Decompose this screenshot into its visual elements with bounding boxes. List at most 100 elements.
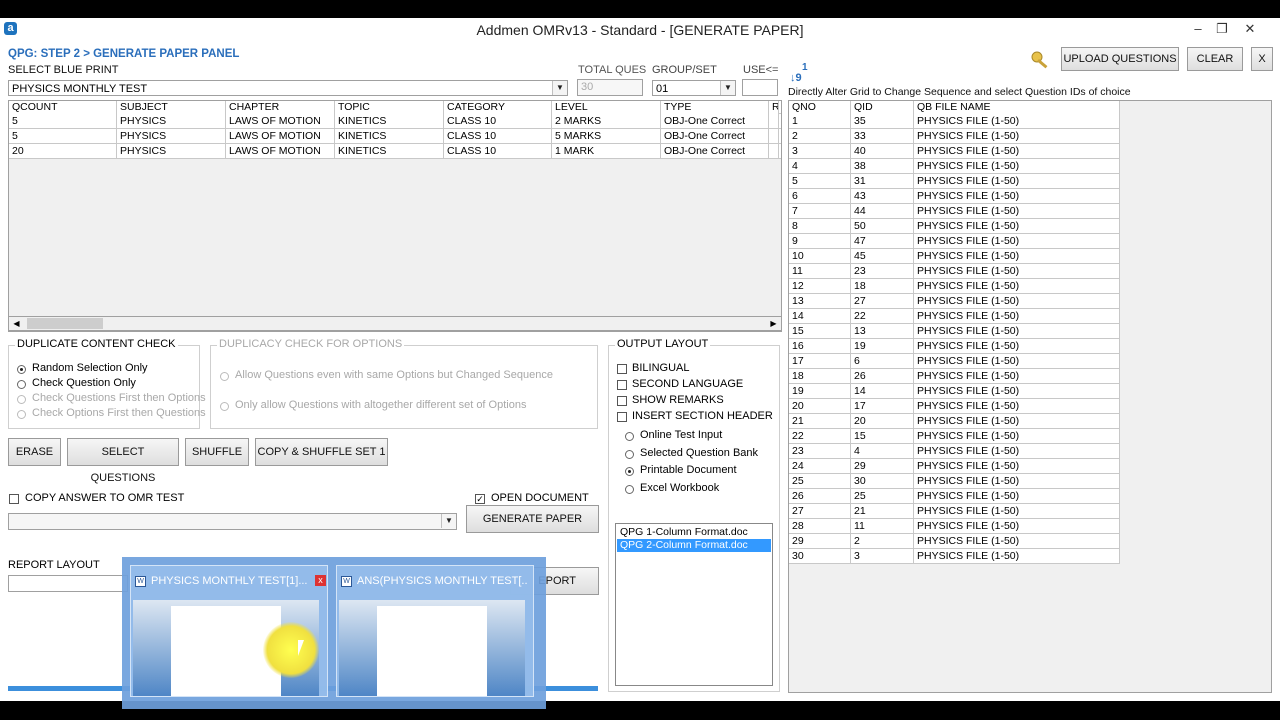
table-cell[interactable]: PHYSICS FILE (1-50) xyxy=(914,294,1120,309)
table-cell[interactable]: 20 xyxy=(851,414,914,429)
column-header[interactable]: QID xyxy=(851,101,914,114)
table-cell[interactable]: PHYSICS FILE (1-50) xyxy=(914,189,1120,204)
table-cell[interactable]: 11 xyxy=(851,519,914,534)
question-grid[interactable]: QNO QID QB FILE NAME 1 35 PHYSICS FILE (1-50)… xyxy=(788,100,1272,693)
table-row[interactable]: 18 26 PHYSICS FILE (1-50) xyxy=(789,369,1120,384)
taskbar-thumb-document[interactable]: W PHYSICS MONTHLY TEST[1]... x xyxy=(130,565,328,697)
column-header[interactable]: TOPIC xyxy=(335,101,444,114)
table-row[interactable]: 30 3 PHYSICS FILE (1-50) xyxy=(789,549,1120,564)
table-cell[interactable]: 25 xyxy=(851,489,914,504)
table-cell[interactable]: 33 xyxy=(851,129,914,144)
radio-allow-same-options[interactable] xyxy=(220,372,229,381)
table-row[interactable]: 20 17 PHYSICS FILE (1-50) xyxy=(789,399,1120,414)
thumb-close-icon[interactable]: x xyxy=(315,575,326,586)
scroll-right-icon[interactable]: ▶ xyxy=(767,318,780,329)
table-cell[interactable]: 30 xyxy=(851,474,914,489)
table-row[interactable]: 9 47 PHYSICS FILE (1-50) xyxy=(789,234,1120,249)
table-cell[interactable]: 10 xyxy=(789,249,851,264)
table-cell[interactable]: 13 xyxy=(851,324,914,339)
table-cell[interactable]: CLASS 10 xyxy=(444,114,552,129)
table-cell[interactable]: PHYSICS FILE (1-50) xyxy=(914,174,1120,189)
table-row[interactable]: 5 PHYSICS LAWS OF MOTION KINETICS CLASS 10 5 … xyxy=(9,129,781,144)
table-cell[interactable]: 29 xyxy=(789,534,851,549)
radio-check-question[interactable] xyxy=(17,380,26,389)
table-cell[interactable]: 2 MARKS xyxy=(552,114,661,129)
table-cell[interactable]: 2 xyxy=(789,129,851,144)
table-row[interactable]: 6 43 PHYSICS FILE (1-50) xyxy=(789,189,1120,204)
table-cell[interactable]: 27 xyxy=(851,294,914,309)
table-cell[interactable]: PHYSICS FILE (1-50) xyxy=(914,369,1120,384)
table-cell[interactable]: 4 xyxy=(789,159,851,174)
window-close-icon[interactable]: ✕ xyxy=(1238,20,1262,38)
show-remarks-checkbox[interactable] xyxy=(617,396,627,406)
table-cell[interactable]: PHYSICS xyxy=(117,129,226,144)
table-cell[interactable]: 43 xyxy=(851,189,914,204)
copy-shuffle-button[interactable]: COPY & SHUFFLE SET 1 xyxy=(255,438,388,466)
format-item[interactable]: QPG 1-Column Format.doc xyxy=(617,526,771,539)
omr-test-select[interactable]: ▼ xyxy=(8,513,457,530)
table-cell[interactable]: LAWS OF MOTION xyxy=(226,114,335,129)
table-cell[interactable]: 27 xyxy=(789,504,851,519)
table-cell[interactable]: 6 xyxy=(789,189,851,204)
table-cell[interactable]: PHYSICS FILE (1-50) xyxy=(914,534,1120,549)
restore-icon[interactable]: ❐ xyxy=(1210,20,1234,38)
table-cell[interactable]: PHYSICS FILE (1-50) xyxy=(914,519,1120,534)
key-icon[interactable] xyxy=(1030,50,1052,72)
table-cell[interactable]: 25 xyxy=(789,474,851,489)
column-header[interactable]: CATEGORY xyxy=(444,101,552,114)
table-cell[interactable]: 5 xyxy=(9,114,117,129)
column-header[interactable]: QB FILE NAME xyxy=(914,101,1120,114)
table-cell[interactable]: 6 xyxy=(851,354,914,369)
radio-different-options[interactable] xyxy=(220,402,229,411)
table-row[interactable]: 23 4 PHYSICS FILE (1-50) xyxy=(789,444,1120,459)
table-cell[interactable]: LAWS OF MOTION xyxy=(226,129,335,144)
table-cell[interactable]: 2 xyxy=(851,534,914,549)
table-cell[interactable]: PHYSICS FILE (1-50) xyxy=(914,279,1120,294)
table-row[interactable]: 12 18 PHYSICS FILE (1-50) xyxy=(789,279,1120,294)
table-cell[interactable]: PHYSICS FILE (1-50) xyxy=(914,309,1120,324)
table-cell[interactable]: PHYSICS FILE (1-50) xyxy=(914,459,1120,474)
table-cell[interactable]: 26 xyxy=(851,369,914,384)
table-cell[interactable]: 7 xyxy=(789,204,851,219)
shuffle-button[interactable]: SHUFFLE xyxy=(185,438,249,466)
generate-paper-button[interactable]: GENERATE PAPER xyxy=(466,505,599,533)
table-row[interactable]: 7 44 PHYSICS FILE (1-50) xyxy=(789,204,1120,219)
format-listbox[interactable]: QPG 1-Column Format.doc QPG 2-Column For… xyxy=(615,523,773,686)
table-cell[interactable]: 22 xyxy=(789,429,851,444)
table-row[interactable]: 5 31 PHYSICS FILE (1-50) xyxy=(789,174,1120,189)
table-row[interactable]: 29 2 PHYSICS FILE (1-50) xyxy=(789,534,1120,549)
table-cell[interactable]: 11 xyxy=(789,264,851,279)
table-cell[interactable]: 23 xyxy=(789,444,851,459)
panel-close-button[interactable]: X xyxy=(1251,47,1273,71)
table-cell[interactable]: PHYSICS FILE (1-50) xyxy=(914,549,1120,564)
table-cell[interactable]: PHYSICS FILE (1-50) xyxy=(914,474,1120,489)
group-set-select[interactable]: 01 ▼ xyxy=(652,80,736,96)
table-cell[interactable]: 14 xyxy=(851,384,914,399)
table-cell[interactable]: PHYSICS xyxy=(117,114,226,129)
sort-numeric-icon[interactable]: 1 ↓9 xyxy=(790,62,812,88)
table-row[interactable]: 15 13 PHYSICS FILE (1-50) xyxy=(789,324,1120,339)
table-cell[interactable]: 15 xyxy=(851,429,914,444)
select-questions-button[interactable]: SELECT QUESTIONS xyxy=(67,438,179,484)
table-cell[interactable]: PHYSICS FILE (1-50) xyxy=(914,489,1120,504)
table-cell[interactable]: PHYSICS FILE (1-50) xyxy=(914,114,1120,129)
table-cell[interactable]: 47 xyxy=(851,234,914,249)
table-row[interactable]: 3 40 PHYSICS FILE (1-50) xyxy=(789,144,1120,159)
table-cell[interactable]: 44 xyxy=(851,204,914,219)
format-item-selected[interactable]: QPG 2-Column Format.doc xyxy=(617,539,771,552)
column-header[interactable]: TYPE xyxy=(661,101,769,114)
table-row[interactable]: 1 35 PHYSICS FILE (1-50) xyxy=(789,114,1120,129)
total-ques-field[interactable]: 30 xyxy=(577,79,643,96)
blueprint-select[interactable]: PHYSICS MONTHLY TEST ▼ xyxy=(8,80,568,96)
table-cell[interactable]: 24 xyxy=(789,459,851,474)
table-cell[interactable]: PHYSICS FILE (1-50) xyxy=(914,399,1120,414)
upload-questions-button[interactable]: UPLOAD QUESTIONS xyxy=(1061,47,1179,71)
table-cell[interactable]: PHYSICS FILE (1-50) xyxy=(914,219,1120,234)
table-row[interactable]: 5 PHYSICS LAWS OF MOTION KINETICS CLASS 10 2 … xyxy=(9,114,781,129)
scrollbar-thumb[interactable] xyxy=(27,318,103,329)
radio-questions-then-options[interactable] xyxy=(17,395,26,404)
table-cell[interactable]: 26 xyxy=(789,489,851,504)
table-cell[interactable]: PHYSICS FILE (1-50) xyxy=(914,414,1120,429)
report-layout-field[interactable] xyxy=(8,575,128,592)
table-cell[interactable]: PHYSICS FILE (1-50) xyxy=(914,159,1120,174)
